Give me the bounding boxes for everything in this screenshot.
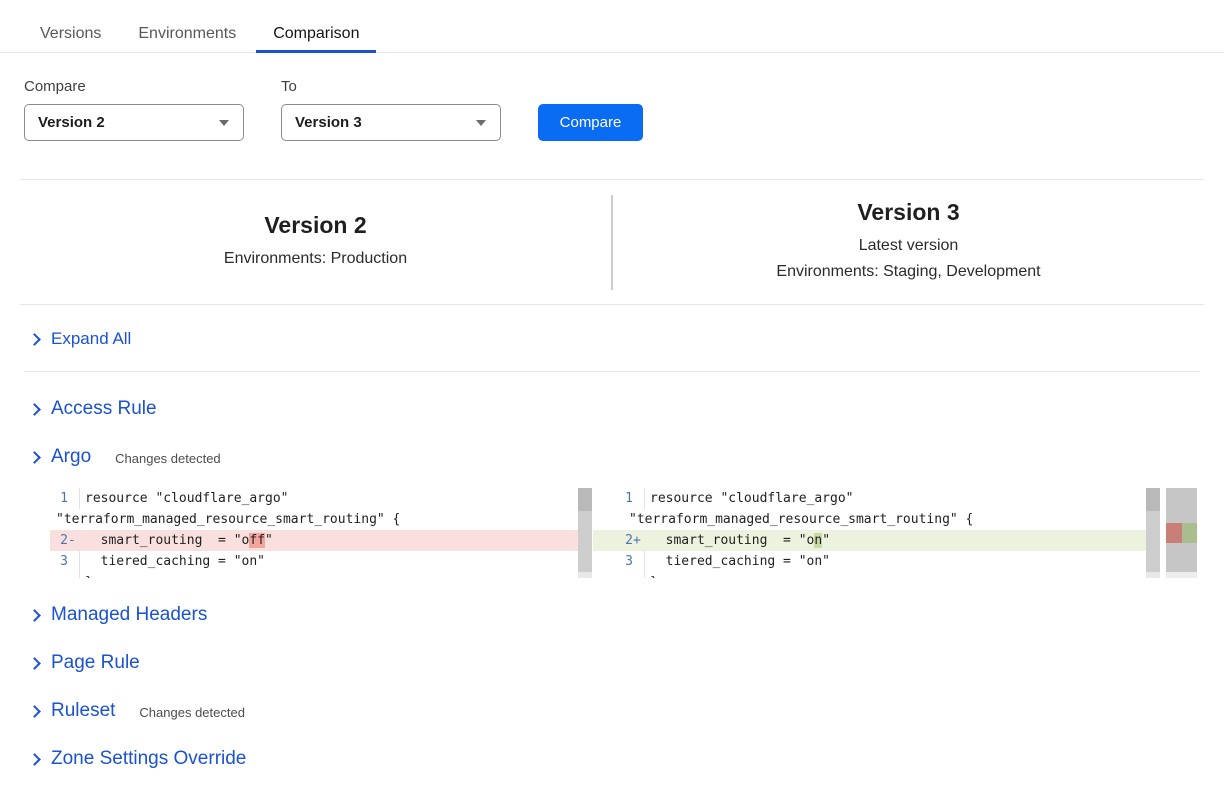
chevron-down-icon — [476, 120, 486, 126]
code-text: resource "cloudflare_argo" — [80, 488, 289, 509]
code-line-wrapped: "terraform_managed_resource_smart_routin… — [50, 509, 578, 530]
line-number: 1 — [615, 488, 633, 509]
compare-controls: Compare Version 2 To Version 3 Compare — [24, 78, 1224, 141]
section-label: Managed Headers — [51, 604, 207, 626]
version-left-subtitle: Environments: Production — [20, 246, 611, 272]
code-text: "terraform_managed_resource_smart_routin… — [50, 509, 400, 530]
section-label: Page Rule — [51, 652, 140, 674]
section-zone-settings-override[interactable]: Zone Settings Override — [30, 748, 1224, 770]
section-list: Access Rule Argo Changes detected 1 resou… — [0, 398, 1224, 770]
version-right-subtitle2: Environments: Staging, Development — [613, 259, 1204, 285]
line-number — [615, 572, 633, 578]
code-text: tiered_caching = "on" — [80, 551, 265, 572]
version-header: Version 2 Environments: Production Versi… — [20, 179, 1204, 305]
section-ruleset[interactable]: Ruleset Changes detected — [30, 700, 1224, 722]
version-left-column: Version 2 Environments: Production — [20, 212, 611, 272]
code-line: 3 tiered_caching = "on" — [50, 551, 578, 572]
line-number: 1 — [50, 488, 68, 509]
diff-marker — [633, 488, 642, 509]
code-text: tiered_caching = "on" — [645, 551, 830, 572]
expand-all-label: Expand All — [51, 329, 131, 349]
section-managed-headers[interactable]: Managed Headers — [30, 604, 1224, 626]
version-left-title: Version 2 — [20, 212, 611, 239]
code-text: "terraform_managed_resource_smart_routin… — [615, 509, 973, 530]
compare-from-label: Compare — [24, 78, 244, 95]
compare-to-value: Version 3 — [295, 114, 476, 131]
code-line-clipped: } — [593, 572, 1146, 578]
line-number: 2 — [615, 530, 633, 551]
code-line-removed: 2- smart_routing = "off" — [50, 530, 578, 551]
left-editor-scrollbar[interactable] — [578, 488, 592, 578]
chevron-right-icon — [28, 753, 41, 766]
scrollbar-thumb[interactable] — [1146, 488, 1160, 511]
added-chunk-mark — [1182, 523, 1198, 543]
added-marker: + — [633, 530, 642, 551]
section-argo[interactable]: Argo Changes detected — [30, 446, 1224, 468]
diff-chunk-indicator — [1166, 523, 1197, 543]
code-text: } — [80, 572, 93, 578]
code-text: resource "cloudflare_argo" — [645, 488, 854, 509]
chevron-right-icon — [28, 657, 41, 670]
chevron-right-icon — [28, 451, 41, 464]
code-text: smart_routing = "on" — [645, 530, 830, 551]
diff-right-editor[interactable]: 1 resource "cloudflare_argo" "terraform_m… — [593, 488, 1146, 578]
chevron-right-icon — [28, 403, 41, 416]
code-line: 1 resource "cloudflare_argo" — [50, 488, 578, 509]
code-line-clipped: } — [50, 572, 578, 578]
code-text: smart_routing = "off" — [80, 530, 273, 551]
diff-left-editor[interactable]: 1 resource "cloudflare_argo" "terraform_m… — [50, 488, 578, 578]
section-label: Zone Settings Override — [51, 748, 246, 770]
chevron-right-icon — [28, 705, 41, 718]
removed-chunk-mark — [1166, 523, 1182, 543]
tab-environments[interactable]: Environments — [138, 18, 236, 52]
line-number — [50, 572, 68, 578]
compare-button[interactable]: Compare — [538, 104, 643, 141]
right-editor-scrollbar[interactable] — [1146, 488, 1160, 578]
diff-minimap — [1166, 488, 1197, 578]
line-number: 3 — [50, 551, 68, 572]
compare-to-label: To — [281, 78, 501, 95]
removed-word-highlight: ff — [249, 533, 265, 548]
line-number: 2 — [50, 530, 68, 551]
chevron-right-icon — [28, 609, 41, 622]
version-right-column: Version 3 Latest version Environments: S… — [613, 199, 1204, 285]
version-right-subtitle: Latest version — [613, 233, 1204, 259]
chevron-right-icon — [28, 333, 41, 346]
section-label: Access Rule — [51, 398, 157, 420]
removed-marker: - — [68, 530, 77, 551]
changes-badge: Changes detected — [115, 451, 221, 466]
changes-badge: Changes detected — [139, 705, 245, 720]
section-label: Ruleset — [51, 700, 115, 722]
code-line-wrapped: "terraform_managed_resource_smart_routin… — [593, 509, 1146, 530]
tab-comparison[interactable]: Comparison — [273, 18, 359, 52]
diff-marker — [68, 572, 77, 578]
section-label: Argo — [51, 446, 91, 468]
diff-marker — [633, 551, 642, 572]
tab-versions[interactable]: Versions — [40, 18, 101, 52]
scrollbar-thumb[interactable] — [578, 488, 592, 511]
compare-to-select[interactable]: Version 3 — [281, 104, 501, 141]
argo-diff: 1 resource "cloudflare_argo" "terraform_m… — [50, 488, 1224, 578]
diff-marker — [68, 488, 77, 509]
expand-all[interactable]: Expand All — [24, 305, 1200, 372]
code-line: 3 tiered_caching = "on" — [593, 551, 1146, 572]
code-text: } — [645, 572, 658, 578]
chevron-down-icon — [219, 120, 229, 126]
code-line: 1 resource "cloudflare_argo" — [593, 488, 1146, 509]
diff-marker — [633, 572, 642, 578]
tab-bar: Versions Environments Comparison — [0, 0, 1224, 53]
code-line-added: 2+ smart_routing = "on" — [593, 530, 1146, 551]
version-right-title: Version 3 — [613, 199, 1204, 226]
section-page-rule[interactable]: Page Rule — [30, 652, 1224, 674]
compare-from-value: Version 2 — [38, 114, 219, 131]
line-number: 3 — [615, 551, 633, 572]
compare-from-select[interactable]: Version 2 — [24, 104, 244, 141]
diff-marker — [68, 551, 77, 572]
section-access-rule[interactable]: Access Rule — [30, 398, 1224, 420]
